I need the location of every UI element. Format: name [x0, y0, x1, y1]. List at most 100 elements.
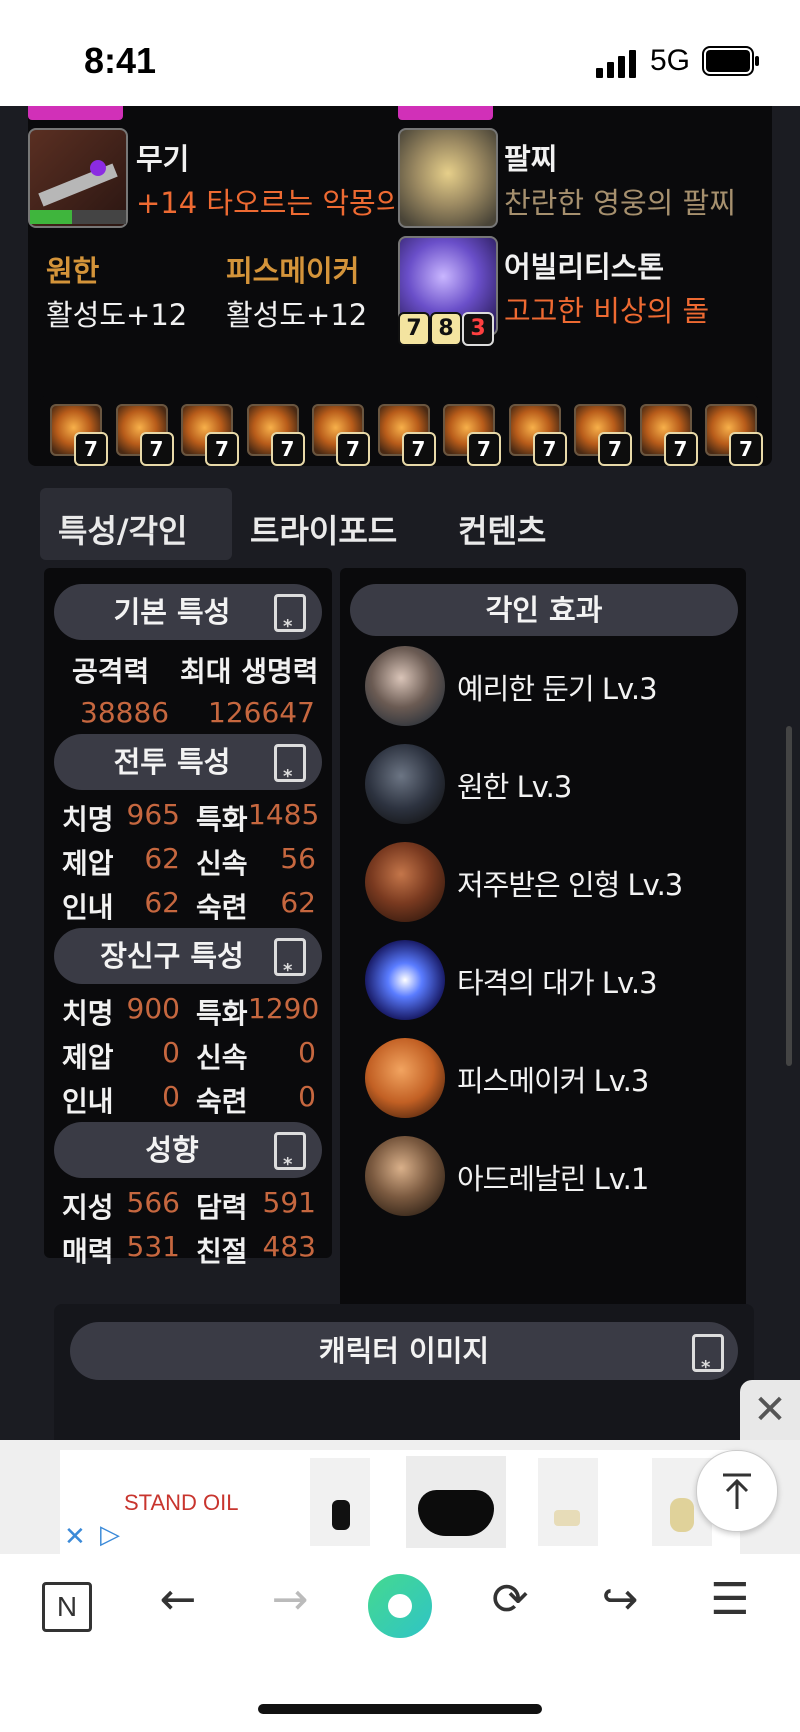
- share-icon[interactable]: ↪: [580, 1574, 660, 1625]
- gem-level-badge: 7: [74, 432, 108, 466]
- max-hp-label: 최대 생명력: [180, 655, 319, 688]
- refresh-icon[interactable]: ⟳: [470, 1574, 550, 1625]
- attack-value: 38886: [80, 696, 170, 729]
- gem-level-badge: 7: [663, 432, 698, 466]
- browser-toolbar: N ← → ⟳ ↪ ☰: [0, 1554, 800, 1732]
- strike-engraving-icon: [365, 940, 445, 1020]
- battery-icon: [702, 46, 759, 76]
- stat-value: 62: [144, 842, 180, 875]
- bracelet-label: 팔찌: [504, 142, 558, 176]
- ad-product-image: [406, 1456, 506, 1548]
- stat-label: 신속: [196, 847, 248, 880]
- engraving-row[interactable]: 타격의 대가 Lv.3: [365, 940, 735, 1022]
- back-icon[interactable]: ←: [138, 1574, 218, 1625]
- document-icon[interactable]: [692, 1334, 724, 1397]
- menu-icon[interactable]: ☰: [690, 1574, 770, 1625]
- naver-home-icon[interactable]: N: [42, 1582, 92, 1632]
- stat-label: 인내: [62, 891, 114, 924]
- bracelet-icon[interactable]: [398, 128, 498, 228]
- max-hp-value: 126647: [208, 696, 315, 729]
- stat-label: 특화: [196, 803, 248, 836]
- stat-label: 인내: [62, 1085, 114, 1118]
- engraving-label: 아드레날린 Lv.1: [457, 1162, 649, 1196]
- stat-label: 숙련: [196, 891, 248, 924]
- stat-value: 0: [162, 1036, 180, 1069]
- green-dot-icon[interactable]: [368, 1574, 432, 1638]
- engraving-row[interactable]: 예리한 둔기 Lv.3: [365, 646, 735, 728]
- tendency-title: 성향: [145, 1133, 199, 1167]
- gem-level-badge: 7: [401, 432, 436, 466]
- stone-level-badge: 8: [430, 312, 462, 346]
- engraving-row[interactable]: 원한 Lv.3: [365, 744, 735, 826]
- document-icon[interactable]: [274, 1132, 306, 1193]
- tab-contents[interactable]: 컨텐츠: [458, 506, 546, 552]
- status-time: 8:41: [84, 40, 157, 81]
- attack-label: 공격력: [72, 655, 150, 688]
- stat-label: 제압: [62, 1041, 114, 1074]
- stat-label: 치명: [62, 997, 114, 1030]
- character-image-title: 캐릭터 이미지: [318, 1334, 490, 1368]
- tab-tripods[interactable]: 트라이포드: [250, 506, 397, 552]
- basic-stats-header: 기본 특성: [54, 584, 322, 655]
- engraving-row[interactable]: 아드레날린 Lv.1: [365, 1136, 735, 1218]
- accessory-stats-header: 장신구 특성: [54, 928, 322, 999]
- stone-level-badge: 7: [398, 312, 430, 346]
- weapon-item-name: +14 타오르는 악몽의 그: [136, 186, 394, 220]
- stat-value: 0: [298, 1036, 316, 1069]
- ad-product-image: [538, 1458, 598, 1546]
- stat-label: 매력: [62, 1235, 114, 1268]
- doll-engraving-icon: [365, 842, 445, 922]
- scroll-to-top-button[interactable]: [696, 1450, 778, 1532]
- document-icon[interactable]: [274, 938, 306, 999]
- stat-value: 483: [262, 1230, 316, 1263]
- close-ad-button[interactable]: ✕: [740, 1380, 800, 1440]
- stat-label: 친절: [196, 1235, 248, 1268]
- engraving-label: 원한 Lv.3: [457, 770, 572, 804]
- scrollbar[interactable]: [786, 726, 792, 1066]
- tab-engravings[interactable]: 특성/각인: [58, 506, 187, 552]
- stat-label: 특화: [196, 997, 248, 1030]
- character-image-header[interactable]: 캐릭터 이미지: [70, 1322, 738, 1397]
- gem-level-badge: 7: [205, 432, 239, 466]
- stat-label: 숙련: [196, 1085, 248, 1118]
- bracelet-item-name: 찬란한 영웅의 팔찌: [504, 186, 736, 220]
- quality-bar: [28, 106, 123, 120]
- stat-label: 신속: [196, 1041, 248, 1074]
- ad-card[interactable]: STAND OIL ✕ ▷: [60, 1450, 740, 1554]
- adchoices-icon[interactable]: ▷: [100, 1520, 120, 1550]
- basic-stats-title: 기본 특성: [113, 595, 231, 629]
- ability-stone-name: 고고한 비상의 돌: [504, 294, 710, 328]
- forward-icon[interactable]: →: [250, 1574, 330, 1625]
- engraving-label: 피스메이커 Lv.3: [457, 1064, 649, 1098]
- tendency-header: 성향: [54, 1122, 322, 1193]
- weapon-label: 무기: [136, 142, 190, 176]
- ad-brand: STAND OIL: [124, 1490, 239, 1515]
- stat-label: 제압: [62, 847, 114, 880]
- document-icon[interactable]: [274, 594, 306, 655]
- stat-value: 531: [126, 1230, 180, 1263]
- engraving-book-name: 피스메이커: [226, 254, 360, 288]
- engravings-header: 각인 효과: [350, 584, 738, 636]
- wolf-engraving-icon: [365, 744, 445, 824]
- stat-label: 담력: [196, 1191, 248, 1224]
- gem-level-badge: 7: [598, 432, 632, 466]
- weapon-icon[interactable]: [28, 128, 128, 228]
- stat-value: 62: [144, 886, 180, 919]
- stat-value: 1485: [248, 798, 320, 831]
- ad-banner[interactable]: STAND OIL ✕ ▷: [0, 1440, 800, 1554]
- gem-level-badge: 7: [729, 432, 763, 466]
- stat-value: 56: [280, 842, 316, 875]
- gem-level-badge: 7: [532, 432, 567, 466]
- adrenaline-engraving-icon: [365, 1136, 445, 1216]
- gem-level-badge: 7: [270, 432, 305, 466]
- stat-value: 591: [262, 1186, 316, 1219]
- close-icon[interactable]: ✕: [64, 1522, 86, 1552]
- network-label: 5G: [650, 44, 691, 77]
- document-icon[interactable]: [274, 744, 306, 805]
- engraving-label: 저주받은 인형 Lv.3: [457, 868, 683, 902]
- engraving-row[interactable]: 피스메이커 Lv.3: [365, 1038, 735, 1120]
- engraving-label: 타격의 대가 Lv.3: [457, 966, 658, 1000]
- status-bar: 8:41 5G: [0, 0, 800, 106]
- gem-level-badge: 7: [336, 432, 370, 466]
- engraving-row[interactable]: 저주받은 인형 Lv.3: [365, 842, 735, 924]
